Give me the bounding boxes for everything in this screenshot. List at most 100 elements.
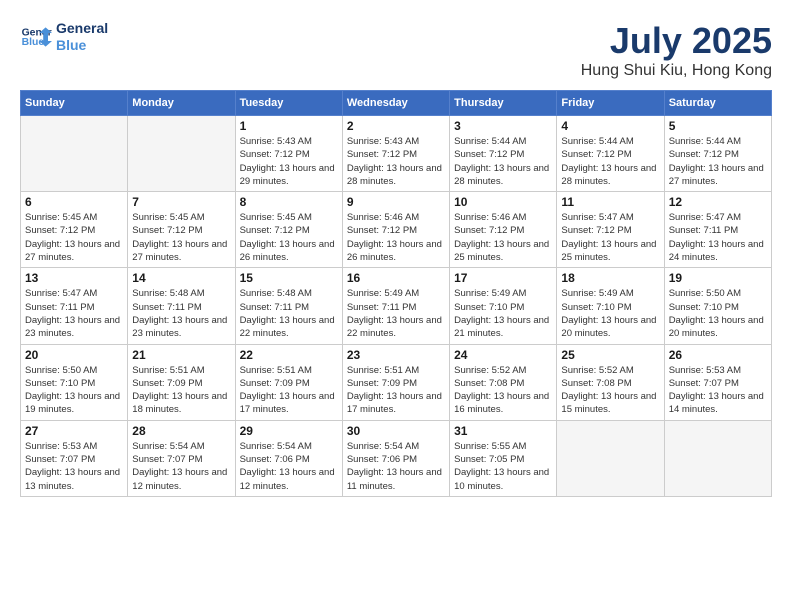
weekday-header: Sunday [21,91,128,116]
day-info: Sunrise: 5:53 AM Sunset: 7:07 PM Dayligh… [25,440,123,493]
calendar-cell: 24 Sunrise: 5:52 AM Sunset: 7:08 PM Dayli… [450,344,557,420]
calendar-cell: 12 Sunrise: 5:47 AM Sunset: 7:11 PM Dayli… [664,192,771,268]
day-info: Sunrise: 5:52 AM Sunset: 7:08 PM Dayligh… [454,364,552,417]
day-info: Sunrise: 5:51 AM Sunset: 7:09 PM Dayligh… [347,364,445,417]
day-number: 30 [347,424,445,438]
day-number: 9 [347,195,445,209]
day-info: Sunrise: 5:45 AM Sunset: 7:12 PM Dayligh… [132,211,230,264]
calendar-cell: 21 Sunrise: 5:51 AM Sunset: 7:09 PM Dayli… [128,344,235,420]
calendar-cell [128,116,235,192]
calendar-cell: 7 Sunrise: 5:45 AM Sunset: 7:12 PM Daylig… [128,192,235,268]
day-number: 20 [25,348,123,362]
day-info: Sunrise: 5:48 AM Sunset: 7:11 PM Dayligh… [132,287,230,340]
day-number: 10 [454,195,552,209]
day-info: Sunrise: 5:49 AM Sunset: 7:10 PM Dayligh… [454,287,552,340]
calendar-cell: 29 Sunrise: 5:54 AM Sunset: 7:06 PM Dayli… [235,420,342,496]
calendar-header-row: SundayMondayTuesdayWednesdayThursdayFrid… [21,91,772,116]
weekday-header: Monday [128,91,235,116]
calendar-cell: 1 Sunrise: 5:43 AM Sunset: 7:12 PM Daylig… [235,116,342,192]
calendar-cell: 22 Sunrise: 5:51 AM Sunset: 7:09 PM Dayli… [235,344,342,420]
main-title: July 2025 [581,20,772,62]
day-number: 26 [669,348,767,362]
day-info: Sunrise: 5:55 AM Sunset: 7:05 PM Dayligh… [454,440,552,493]
day-number: 27 [25,424,123,438]
day-number: 23 [347,348,445,362]
day-info: Sunrise: 5:51 AM Sunset: 7:09 PM Dayligh… [132,364,230,417]
day-info: Sunrise: 5:44 AM Sunset: 7:12 PM Dayligh… [561,135,659,188]
calendar-week-row: 6 Sunrise: 5:45 AM Sunset: 7:12 PM Daylig… [21,192,772,268]
day-number: 19 [669,271,767,285]
day-info: Sunrise: 5:49 AM Sunset: 7:10 PM Dayligh… [561,287,659,340]
day-number: 29 [240,424,338,438]
calendar-cell: 18Sunrise: 5:49 AM Sunset: 7:10 PM Dayli… [557,268,664,344]
day-info: Sunrise: 5:46 AM Sunset: 7:12 PM Dayligh… [347,211,445,264]
calendar-cell: 20Sunrise: 5:50 AM Sunset: 7:10 PM Dayli… [21,344,128,420]
day-number: 22 [240,348,338,362]
calendar-cell: 14 Sunrise: 5:48 AM Sunset: 7:11 PM Dayli… [128,268,235,344]
day-info: Sunrise: 5:47 AM Sunset: 7:12 PM Dayligh… [561,211,659,264]
logo-icon: General Blue [20,21,52,53]
calendar-cell: 6 Sunrise: 5:45 AM Sunset: 7:12 PM Daylig… [21,192,128,268]
day-info: Sunrise: 5:47 AM Sunset: 7:11 PM Dayligh… [669,211,767,264]
calendar-week-row: 27 Sunrise: 5:53 AM Sunset: 7:07 PM Dayli… [21,420,772,496]
calendar-cell: 26 Sunrise: 5:53 AM Sunset: 7:07 PM Dayli… [664,344,771,420]
calendar-cell: 28 Sunrise: 5:54 AM Sunset: 7:07 PM Dayli… [128,420,235,496]
day-info: Sunrise: 5:50 AM Sunset: 7:10 PM Dayligh… [669,287,767,340]
day-info: Sunrise: 5:53 AM Sunset: 7:07 PM Dayligh… [669,364,767,417]
calendar-cell: 17 Sunrise: 5:49 AM Sunset: 7:10 PM Dayli… [450,268,557,344]
calendar-cell: 25 Sunrise: 5:52 AM Sunset: 7:08 PM Dayli… [557,344,664,420]
calendar-cell [21,116,128,192]
day-number: 5 [669,119,767,133]
calendar-cell: 13Sunrise: 5:47 AM Sunset: 7:11 PM Dayli… [21,268,128,344]
calendar-week-row: 13Sunrise: 5:47 AM Sunset: 7:11 PM Dayli… [21,268,772,344]
day-number: 28 [132,424,230,438]
day-number: 14 [132,271,230,285]
day-number: 24 [454,348,552,362]
day-number: 11 [561,195,659,209]
day-number: 4 [561,119,659,133]
day-info: Sunrise: 5:43 AM Sunset: 7:12 PM Dayligh… [240,135,338,188]
day-number: 1 [240,119,338,133]
calendar-table: SundayMondayTuesdayWednesdayThursdayFrid… [20,90,772,497]
day-number: 8 [240,195,338,209]
day-info: Sunrise: 5:54 AM Sunset: 7:07 PM Dayligh… [132,440,230,493]
day-info: Sunrise: 5:44 AM Sunset: 7:12 PM Dayligh… [454,135,552,188]
day-info: Sunrise: 5:45 AM Sunset: 7:12 PM Dayligh… [25,211,123,264]
day-info: Sunrise: 5:43 AM Sunset: 7:12 PM Dayligh… [347,135,445,188]
day-number: 12 [669,195,767,209]
day-number: 6 [25,195,123,209]
day-number: 15 [240,271,338,285]
calendar-cell: 11 Sunrise: 5:47 AM Sunset: 7:12 PM Dayli… [557,192,664,268]
calendar-cell: 23 Sunrise: 5:51 AM Sunset: 7:09 PM Dayli… [342,344,449,420]
weekday-header: Saturday [664,91,771,116]
day-info: Sunrise: 5:44 AM Sunset: 7:12 PM Dayligh… [669,135,767,188]
calendar-cell: 3Sunrise: 5:44 AM Sunset: 7:12 PM Daylig… [450,116,557,192]
calendar-cell: 10 Sunrise: 5:46 AM Sunset: 7:12 PM Dayli… [450,192,557,268]
calendar-week-row: 20Sunrise: 5:50 AM Sunset: 7:10 PM Dayli… [21,344,772,420]
weekday-header: Thursday [450,91,557,116]
calendar-week-row: 1 Sunrise: 5:43 AM Sunset: 7:12 PM Daylig… [21,116,772,192]
calendar-cell [664,420,771,496]
day-info: Sunrise: 5:52 AM Sunset: 7:08 PM Dayligh… [561,364,659,417]
weekday-header: Friday [557,91,664,116]
calendar-cell: 31Sunrise: 5:55 AM Sunset: 7:05 PM Dayli… [450,420,557,496]
day-info: Sunrise: 5:49 AM Sunset: 7:11 PM Dayligh… [347,287,445,340]
day-info: Sunrise: 5:45 AM Sunset: 7:12 PM Dayligh… [240,211,338,264]
day-number: 13 [25,271,123,285]
calendar-cell [557,420,664,496]
logo: General Blue General Blue [20,20,108,54]
day-info: Sunrise: 5:51 AM Sunset: 7:09 PM Dayligh… [240,364,338,417]
header: General Blue General Blue July 2025 Hung… [20,20,772,80]
title-area: July 2025 Hung Shui Kiu, Hong Kong [581,20,772,80]
day-info: Sunrise: 5:54 AM Sunset: 7:06 PM Dayligh… [240,440,338,493]
day-number: 21 [132,348,230,362]
day-number: 25 [561,348,659,362]
day-info: Sunrise: 5:46 AM Sunset: 7:12 PM Dayligh… [454,211,552,264]
day-info: Sunrise: 5:54 AM Sunset: 7:06 PM Dayligh… [347,440,445,493]
day-number: 2 [347,119,445,133]
day-number: 17 [454,271,552,285]
day-number: 7 [132,195,230,209]
calendar-cell: 27 Sunrise: 5:53 AM Sunset: 7:07 PM Dayli… [21,420,128,496]
subtitle: Hung Shui Kiu, Hong Kong [581,62,772,80]
weekday-header: Tuesday [235,91,342,116]
